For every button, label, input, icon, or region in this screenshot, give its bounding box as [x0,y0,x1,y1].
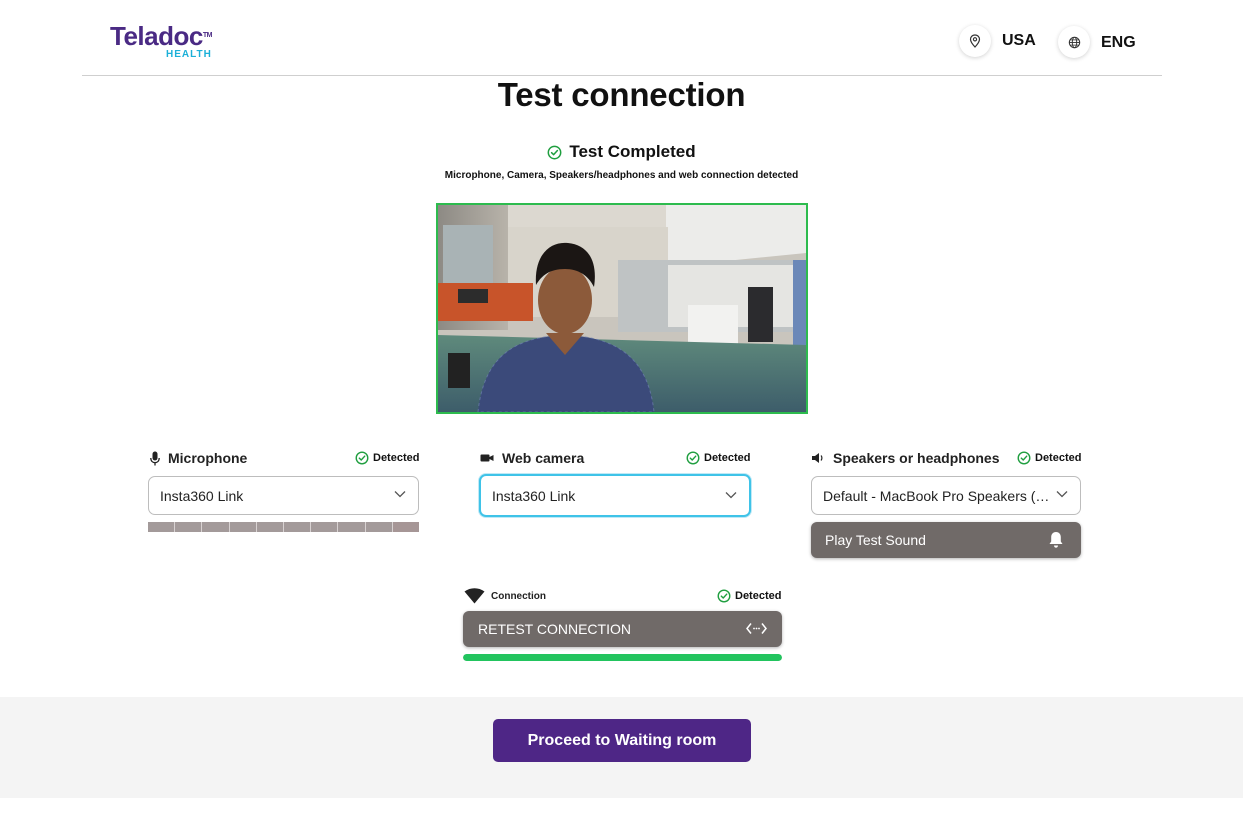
connection-label-group: Connection [464,588,546,604]
wifi-icon [464,588,485,604]
language-selector[interactable]: ENG [1058,26,1136,58]
camera-select-value: Insta360 Link [492,487,576,504]
connection-label: Connection [491,590,546,602]
connection-status: Detected [717,589,781,603]
globe-icon [1058,26,1090,58]
status-subtitle: Microphone, Camera, Speakers/headphones … [444,170,799,181]
location-pin-icon [959,25,991,57]
camera-status: Detected [686,451,750,465]
speakers-select-value: Default - MacBook Pro Speakers (BuiltIn) [823,487,1079,504]
microphone-select-value: Insta360 Link [160,487,244,504]
microphone-select[interactable]: Insta360 Link [148,476,419,515]
microphone-label-group: Microphone [150,450,247,466]
meter-segment [229,522,257,532]
meter-segment [256,522,285,532]
connection-progress-fill [463,654,782,661]
chevron-down-icon [394,491,406,498]
speakers-status-text: Detected [1035,452,1082,464]
microphone-status-text: Detected [373,452,420,464]
top-header: TeladocTM HEALTH USA ENG [82,0,1162,76]
microphone-level-meter [148,522,420,532]
page-title: Test connection [497,76,746,113]
status-heading: Test Completed [569,142,696,161]
logo-wordmark: Teladoc [110,21,203,51]
speakers-label: Speakers or headphones [833,450,1000,466]
camera-label: Web camera [502,450,585,466]
meter-segment [311,522,339,532]
code-arrows-icon [746,623,767,634]
check-circle-icon [686,451,700,465]
meter-segment [365,522,393,532]
teladoc-logo[interactable]: TeladocTM HEALTH [110,22,230,62]
play-test-sound-button[interactable]: Play Test Sound [811,522,1081,558]
speakers-select[interactable]: Default - MacBook Pro Speakers (BuiltIn) [811,476,1081,515]
camera-status-text: Detected [704,452,751,464]
camera-select[interactable]: Insta360 Link [479,474,751,517]
check-circle-icon [355,451,369,465]
test-status: Test Completed [0,142,1243,162]
connection-status-text: Detected [735,590,782,602]
bell-icon [1049,532,1063,548]
video-camera-icon [480,454,494,462]
check-circle-icon [547,145,562,159]
meter-segment [284,522,312,532]
region-label: USA [1002,32,1036,49]
language-label: ENG [1101,34,1136,51]
speaker-icon [812,453,823,463]
meter-segment [148,522,176,532]
check-circle-icon [1017,451,1031,465]
play-test-sound-label: Play Test Sound [825,532,926,548]
meter-segment [338,522,366,532]
retest-connection-label: RETEST CONNECTION [478,621,631,637]
retest-connection-button[interactable]: RETEST CONNECTION [463,611,782,647]
check-circle-icon [717,589,731,603]
chevron-down-icon [725,492,737,499]
microphone-status: Detected [355,451,419,465]
microphone-label: Microphone [168,450,248,466]
meter-segment [175,522,203,532]
microphone-icon [150,451,160,465]
region-selector[interactable]: USA [959,25,1036,57]
meter-segment [392,522,420,532]
camera-label-group: Web camera [480,450,584,466]
logo-subtitle: HEALTH [166,49,212,60]
meter-segment [202,522,230,532]
camera-preview [436,203,808,414]
connection-progress-bar [463,654,782,661]
chevron-down-icon [1056,491,1068,498]
speakers-label-group: Speakers or headphones [811,450,1000,466]
proceed-to-waiting-room-button[interactable]: Proceed to Waiting room [493,719,751,762]
speakers-status: Detected [1017,451,1081,465]
